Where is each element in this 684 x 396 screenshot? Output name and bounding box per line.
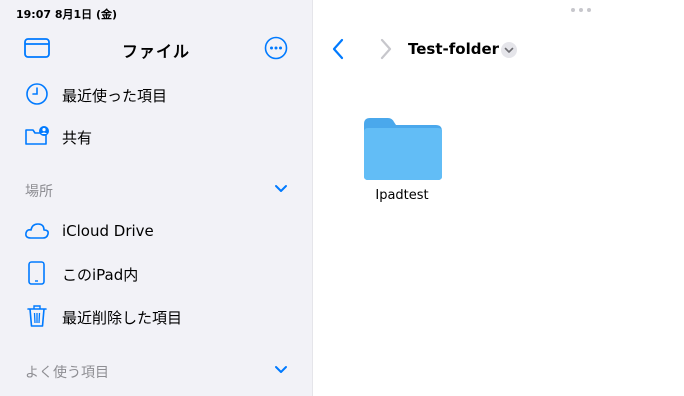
clock-icon (26, 83, 48, 105)
cloud-icon (25, 223, 49, 239)
sidebar-item-label: 最近削除した項目 (62, 309, 183, 327)
main-content: Test-folder Ipadtest (313, 0, 684, 396)
sidebar-item-icloud-drive[interactable]: iCloud Drive (0, 215, 312, 247)
section-header-locations[interactable]: 場所 (0, 176, 312, 202)
section-title: よく使う項目 (25, 365, 109, 381)
sidebar-item-label: このiPad内 (62, 266, 139, 284)
folder-title[interactable]: Test-folder (408, 40, 499, 58)
section-header-favorites[interactable]: よく使う項目 (0, 357, 312, 383)
sidebar-item-label: iCloud Drive (62, 222, 154, 240)
back-chevron-icon[interactable] (331, 38, 345, 60)
sidebar-item-on-my-ipad[interactable]: このiPad内 (0, 257, 312, 289)
window-menu-icon[interactable] (569, 6, 593, 14)
more-options-icon[interactable] (264, 36, 288, 60)
sidebar-header: ファイル (0, 34, 312, 62)
status-time: 19:07 8月1日 (金) (16, 8, 118, 21)
sidebar-item-label: 最近使った項目 (62, 87, 168, 105)
file-name: Ipadtest (375, 188, 429, 203)
sidebar: 19:07 8月1日 (金) ファイル 最近使った項目 共有 場所 iCloud… (0, 0, 312, 396)
sidebar-item-recents[interactable]: 最近使った項目 (0, 78, 312, 110)
chevron-down-icon (275, 185, 287, 192)
ipad-icon (28, 261, 45, 285)
sidebar-item-shared[interactable]: 共有 (0, 120, 312, 152)
sidebar-item-recently-deleted[interactable]: 最近削除した項目 (0, 300, 312, 332)
file-item[interactable]: Ipadtest (357, 116, 447, 212)
section-title: 場所 (25, 184, 53, 200)
chevron-down-icon (275, 366, 287, 373)
shared-folder-icon (25, 126, 49, 145)
forward-chevron-icon[interactable] (379, 38, 393, 60)
folder-icon (364, 118, 442, 180)
sidebar-item-label: 共有 (62, 129, 93, 147)
chevron-down-icon[interactable] (500, 41, 518, 59)
trash-icon (27, 305, 47, 327)
